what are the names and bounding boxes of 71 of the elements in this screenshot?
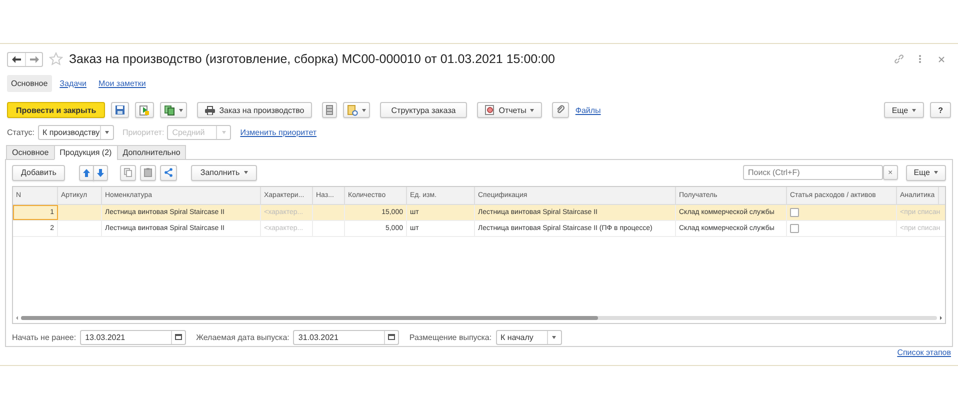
status-label: Статус:	[7, 128, 35, 136]
close-icon[interactable]	[938, 56, 945, 62]
calendar-icon	[175, 334, 182, 340]
documents-icon	[164, 104, 176, 116]
status-dropdown[interactable]: К производству	[38, 124, 114, 140]
share-icon	[164, 168, 174, 178]
cabinet-icon	[326, 105, 334, 115]
caret-icon	[179, 108, 184, 112]
stages-list-link[interactable]: Список этапов	[897, 348, 951, 357]
window-title: Заказ на производство (изготовление, сборка) МС00-000010 от 01.03.2021 15:00:00	[69, 52, 556, 66]
print-button[interactable]: Заказ на производство	[197, 102, 312, 118]
files-link[interactable]: Файлы	[575, 106, 601, 114]
paste-button[interactable]	[140, 164, 156, 181]
arrow-down-icon	[97, 168, 104, 177]
clear-search-button[interactable]: ×	[883, 165, 898, 180]
date-field[interactable]: 31.03.2021	[293, 330, 400, 345]
document-menu-button[interactable]	[343, 102, 370, 118]
field-label: Начать не ранее:	[12, 332, 76, 342]
priority-label: Приоритет:	[122, 128, 164, 136]
report-icon	[484, 105, 495, 115]
tab[interactable]: Дополнительно	[116, 145, 186, 160]
search-field[interactable]: Поиск (Ctrl+F)	[743, 165, 884, 180]
checkbox[interactable]	[790, 208, 799, 218]
move-up-button[interactable]	[79, 164, 94, 181]
structure-button[interactable]: Структура заказа	[380, 102, 467, 118]
link-icon[interactable]	[894, 54, 904, 64]
caret-icon	[912, 108, 916, 112]
caret-icon	[530, 108, 534, 112]
document-gear-icon	[347, 104, 358, 116]
clipboard-icon	[144, 168, 152, 178]
copy-button[interactable]	[120, 164, 136, 181]
date-field[interactable]: 13.03.2021	[80, 330, 186, 345]
caret-icon	[104, 130, 109, 134]
more-button[interactable]: Еще	[906, 164, 946, 181]
checkbox[interactable]	[790, 224, 799, 234]
nav-tab[interactable]: Задачи	[56, 74, 91, 92]
field-label: Размещение выпуска:	[409, 332, 492, 342]
star-icon[interactable]	[49, 52, 63, 66]
cabinet-button[interactable]	[322, 102, 338, 118]
caret-icon	[362, 108, 366, 112]
tab[interactable]: Продукция (2)	[54, 145, 118, 160]
share-button[interactable]	[160, 164, 178, 181]
arrow-right-icon	[30, 56, 38, 62]
nav-tab[interactable]: Основное	[7, 74, 52, 92]
calendar-icon	[388, 334, 396, 340]
post-button[interactable]	[135, 102, 154, 118]
move-down-button[interactable]	[93, 164, 108, 181]
arrow-left-icon	[12, 56, 21, 62]
more-button[interactable]: Еще	[884, 102, 924, 118]
help-button[interactable]: ?	[930, 102, 951, 118]
caret-icon	[244, 171, 248, 174]
printer-icon	[205, 106, 216, 114]
add-button[interactable]: Добавить	[12, 164, 66, 181]
caret-icon	[222, 130, 226, 134]
arrow-up-icon	[83, 168, 90, 177]
field-label: Желаемая дата выпуска:	[196, 332, 290, 342]
caret-icon	[552, 336, 556, 339]
post-and-close-button[interactable]: Провести и закрыть	[7, 102, 106, 118]
placement-dropdown[interactable]: К началу	[496, 330, 562, 345]
more-icon[interactable]	[918, 54, 922, 64]
nav-tab[interactable]: Мои заметки	[94, 74, 150, 92]
attach-button[interactable]	[552, 102, 570, 118]
reports-button[interactable]: Отчеты	[476, 102, 542, 118]
save-button[interactable]	[111, 102, 130, 118]
paperclip-icon	[556, 105, 566, 115]
caret-icon	[934, 171, 938, 174]
tab[interactable]: Основное	[6, 145, 55, 160]
fill-button[interactable]: Заполнить	[191, 164, 257, 181]
create-based-on-button[interactable]	[160, 102, 188, 118]
copy-icon	[124, 168, 132, 178]
save-icon	[115, 105, 126, 115]
